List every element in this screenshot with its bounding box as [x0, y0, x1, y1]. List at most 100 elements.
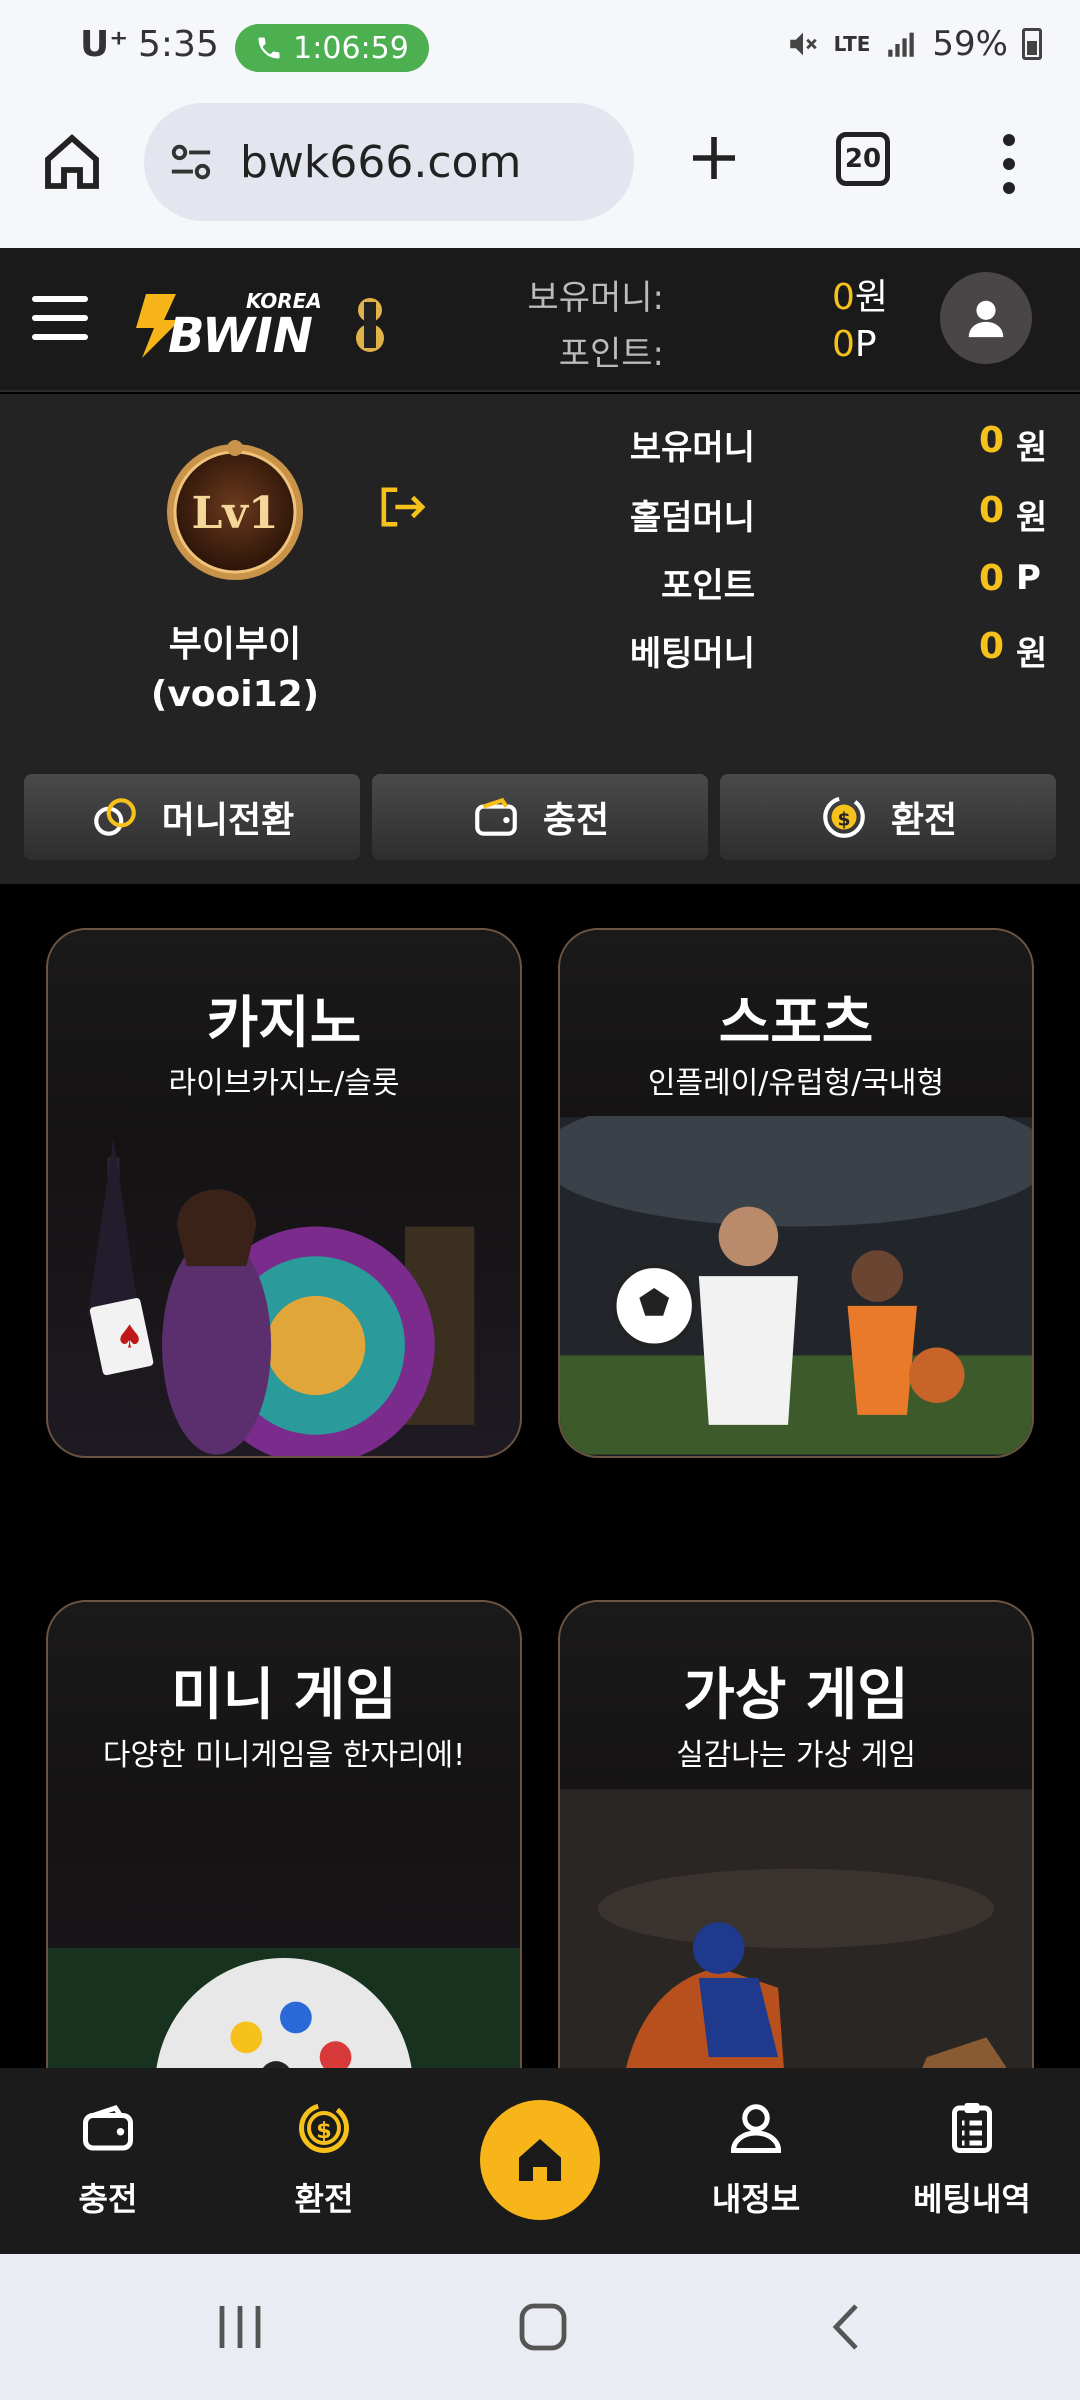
site-settings-icon[interactable] [168, 142, 214, 182]
nav-home-button[interactable] [480, 2100, 600, 2220]
svg-text:$: $ [316, 2118, 332, 2144]
level-badge-icon: Lv1 [167, 440, 303, 580]
dollar-cycle-icon: $ [823, 796, 865, 838]
signal-icon [888, 32, 915, 57]
header-money-value: 0 [832, 277, 855, 318]
hamburger-menu-icon[interactable] [32, 296, 88, 340]
balance-label: 포인트 [661, 566, 755, 606]
card-title: 미니 게임 [171, 1663, 397, 1728]
nav-label: 베팅내역 [913, 2180, 1031, 2218]
header-point-label: 포인트: [558, 334, 664, 374]
site-header: KOREA BWIN 보유머니: 0원 포인트: 0P [0, 248, 1080, 392]
user-nickname: 부이부이 [168, 624, 302, 665]
mute-icon [789, 32, 817, 56]
virtual-game-card[interactable]: 가상 게임 실감나는 가상 게임 [558, 1600, 1034, 2068]
sports-card[interactable]: 스포츠 인플레이/유럽형/국내형 [558, 928, 1034, 1458]
nav-deposit[interactable]: 충전 [18, 2098, 198, 2220]
card-title: 카지노 [206, 991, 362, 1056]
deposit-button[interactable]: 충전 [372, 774, 708, 860]
nav-label: 환전 [294, 2180, 354, 2218]
user-id: (vooi12) [150, 674, 320, 715]
balance-value: 0 [978, 558, 1004, 599]
browser-menu-icon[interactable] [994, 134, 1024, 194]
nav-bet-history[interactable]: 베팅내역 [882, 2098, 1062, 2220]
clipboard-list-icon [952, 2103, 992, 2153]
balance-unit: P [1016, 558, 1041, 598]
system-navigation-bar [0, 2254, 1080, 2400]
header-money-label: 보유머니: [527, 278, 664, 318]
balance-row-holdem: 홀덤머니 0 원 [560, 490, 1050, 540]
balance-value: 0 [978, 490, 1004, 531]
battery-icon [1022, 28, 1042, 60]
nav-label: 충전 [78, 2180, 138, 2218]
game-category-grid: 카지노 라이브카지노/슬롯 ♠ 스포츠 인플레이/유럽형/국내형 미니 게임 다… [0, 884, 1080, 2068]
casino-card[interactable]: 카지노 라이브카지노/슬롯 ♠ [46, 928, 522, 1458]
balance-label: 보유머니 [629, 428, 755, 468]
nav-label: 내정보 [711, 2180, 801, 2218]
wallet-icon [475, 797, 517, 836]
call-duration: 1:06:59 [293, 30, 409, 66]
address-bar[interactable]: bwk666.com [144, 103, 634, 221]
svg-text:Lv1: Lv1 [191, 488, 278, 539]
card-title: 스포츠 [718, 991, 874, 1056]
nav-withdraw[interactable]: $ 환전 [234, 2098, 414, 2220]
sports-artwork [560, 1116, 1032, 1455]
user-outline-icon [730, 2104, 782, 2153]
network-type: LTE [833, 32, 871, 56]
virtual-game-artwork [560, 1789, 1032, 2068]
deposit-label: 충전 [542, 800, 610, 841]
balance-row-betting: 베팅머니 0 원 [560, 626, 1050, 676]
withdraw-button[interactable]: $ 환전 [720, 774, 1056, 860]
ongoing-call-pill[interactable]: 1:06:59 [235, 24, 429, 72]
balance-unit: 원 [1016, 498, 1048, 538]
balance-value: 0 [978, 420, 1004, 461]
battery-percent: 59% [932, 24, 1008, 64]
card-title: 가상 게임 [683, 1663, 909, 1728]
phone-icon [258, 37, 280, 59]
money-convert-button[interactable]: 머니전환 [24, 774, 360, 860]
balance-unit: 원 [1016, 428, 1048, 468]
bwin-logo-icon: KOREA BWIN [136, 289, 384, 364]
url-text: bwk666.com [240, 136, 522, 188]
balance-unit: 원 [1016, 634, 1048, 674]
balance-label: 홀덤머니 [629, 498, 755, 538]
card-subtitle: 인플레이/유럽형/국내형 [647, 1066, 945, 1101]
svg-text:BWIN: BWIN [168, 308, 313, 364]
system-back-icon[interactable] [826, 2300, 866, 2354]
account-panel: Lv1 부이부이 (vooi12) 보유머니 0 원 홀덤머니 0 원 포인트 … [0, 394, 1080, 884]
casino-artwork: ♠ [87, 1137, 475, 1456]
profile-avatar[interactable] [940, 272, 1032, 364]
logout-icon[interactable] [378, 484, 428, 530]
browser-toolbar: bwk666.com 20 [0, 96, 1080, 248]
card-subtitle: 실감나는 가상 게임 [676, 1738, 916, 1773]
wallet-icon [83, 2105, 133, 2151]
header-point-value: 0 [832, 324, 855, 365]
dollar-cycle-icon: $ [299, 2103, 349, 2153]
balance-label: 베팅머니 [629, 634, 755, 674]
bottom-navigation: 충전 $ 환전 내정보 베팅내역 [0, 2068, 1080, 2254]
nav-my-info[interactable]: 내정보 [666, 2098, 846, 2220]
header-money-unit: 원 [854, 277, 889, 318]
browser-home-icon[interactable] [40, 130, 104, 194]
user-icon [968, 300, 1004, 338]
balance-row-point: 포인트 0 P [560, 558, 1050, 608]
carrier-label: U⁺ [80, 24, 129, 65]
system-home-icon[interactable] [516, 2300, 570, 2354]
svg-text:♠: ♠ [115, 1319, 143, 1355]
recent-apps-icon[interactable] [212, 2300, 268, 2354]
mini-game-artwork [48, 1948, 520, 2068]
mini-game-card[interactable]: 미니 게임 다양한 미니게임을 한자리에! [46, 1600, 522, 2068]
clock: 5:35 [138, 24, 219, 65]
card-subtitle: 다양한 미니게임을 한자리에! [102, 1738, 466, 1773]
balance-value: 0 [978, 626, 1004, 667]
money-convert-label: 머니전환 [161, 800, 295, 841]
header-point-unit: P [854, 324, 877, 365]
card-subtitle: 라이브카지노/슬롯 [168, 1066, 400, 1101]
site-logo[interactable]: KOREA BWIN [128, 284, 398, 364]
home-icon [519, 2139, 561, 2181]
tab-switcher-button[interactable]: 20 [836, 132, 890, 186]
withdraw-label: 환전 [890, 800, 958, 841]
new-tab-icon[interactable] [686, 130, 742, 186]
status-bar: U⁺ 5:35 1:06:59 LTE 59% [0, 0, 1080, 96]
exchange-rings-icon [93, 798, 136, 836]
